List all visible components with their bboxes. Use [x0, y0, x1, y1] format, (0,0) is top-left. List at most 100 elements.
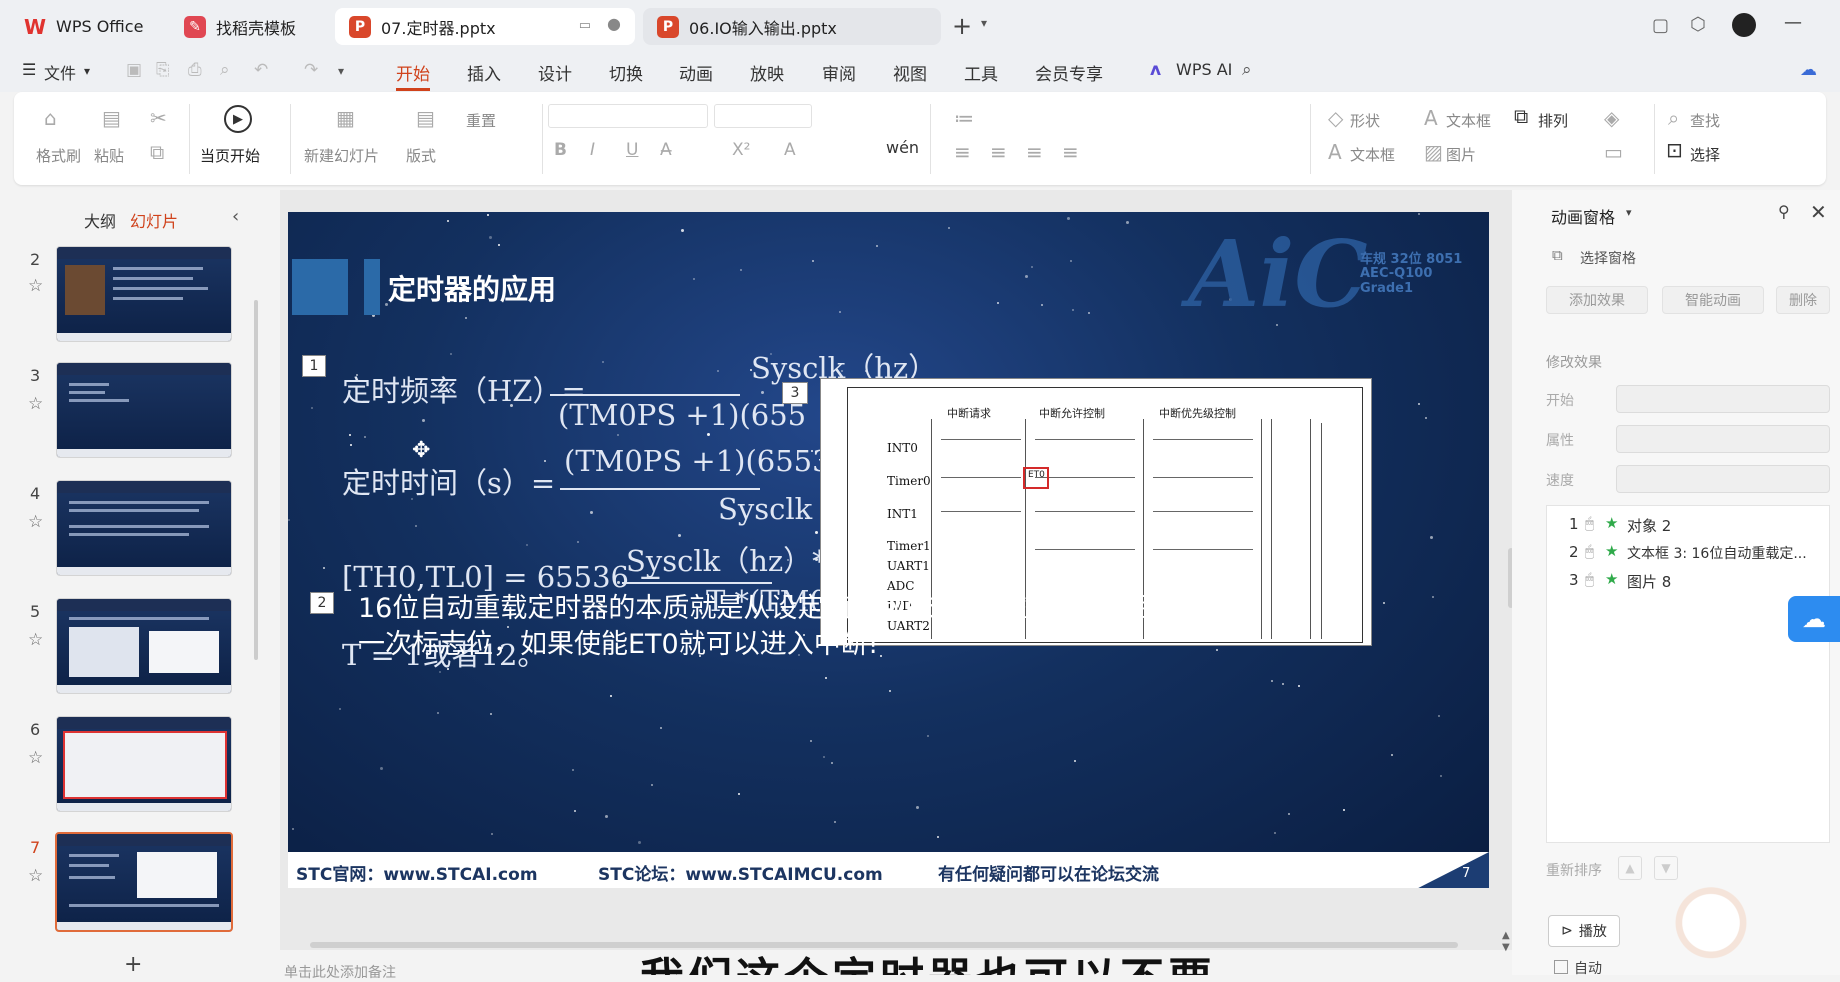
new-tab-icon[interactable]: +: [952, 12, 972, 40]
tab-wps-office[interactable]: W WPS Office: [10, 8, 170, 45]
speed-select[interactable]: [1616, 465, 1830, 493]
wps-ai-button[interactable]: WPS AI: [1176, 60, 1232, 79]
chevron-down-icon[interactable]: ▾: [338, 64, 344, 78]
cloud-assistant-icon[interactable]: ☁: [1788, 596, 1840, 642]
slide-thumbnail[interactable]: [56, 480, 232, 576]
align-center-icon[interactable]: ≡: [990, 140, 1007, 164]
layout-label[interactable]: 版式: [406, 145, 436, 166]
from-current-label[interactable]: 当页开始: [200, 145, 260, 166]
auto-checkbox[interactable]: [1554, 960, 1568, 974]
collapse-left-icon[interactable]: ‹: [232, 206, 239, 227]
undo-icon[interactable]: ↶: [254, 60, 268, 80]
underline-icon[interactable]: U: [626, 140, 638, 160]
redo-icon[interactable]: ↷: [304, 60, 318, 80]
menu-member[interactable]: 会员专享: [1035, 60, 1103, 85]
format-painter-label[interactable]: 格式刷: [36, 145, 81, 166]
chevron-down-icon[interactable]: ▾: [981, 16, 987, 30]
superscript-icon[interactable]: X²: [732, 140, 750, 160]
textbox-icon[interactable]: A: [1424, 106, 1438, 130]
scroll-arrows-icon[interactable]: ▲ ▼: [1502, 930, 1516, 970]
horizontal-scrollbar[interactable]: [280, 940, 1512, 948]
cloud-upload-icon[interactable]: ☁: [1800, 60, 1817, 80]
monitor-icon[interactable]: ▭: [579, 18, 591, 33]
shape-icon[interactable]: ◇: [1328, 106, 1343, 130]
slide-thumbnail-active[interactable]: [55, 832, 233, 932]
tab-template[interactable]: ✎ 找稻壳模板: [170, 8, 328, 45]
tab-timer-pptx[interactable]: P 07.定时器.pptx ▭ ●: [335, 8, 635, 45]
window-tile-icon[interactable]: ▢: [1652, 15, 1669, 36]
chevron-down-icon[interactable]: ▾: [84, 64, 90, 78]
tab-slides[interactable]: 幻灯片: [130, 208, 178, 232]
menu-animation[interactable]: 动画: [679, 60, 713, 85]
italic-icon[interactable]: I: [590, 140, 595, 160]
export-icon[interactable]: ⎘: [156, 60, 170, 80]
strikethrough-icon[interactable]: A̶: [660, 140, 672, 160]
phonetic-icon[interactable]: wén: [886, 138, 919, 157]
preview-icon[interactable]: ⌕: [220, 60, 230, 80]
bold-icon[interactable]: B: [554, 140, 567, 160]
minimize-icon[interactable]: —: [1784, 12, 1802, 33]
justify-icon[interactable]: ≡: [1062, 140, 1079, 164]
textbox2-icon[interactable]: A: [1328, 140, 1342, 164]
arrange-button[interactable]: 排列: [1538, 110, 1568, 131]
auto-label[interactable]: 自动: [1574, 958, 1602, 978]
animation-item[interactable]: 3 🖱 ★ 图片 8: [1547, 566, 1829, 594]
thumbnail-scrollbar[interactable]: [254, 300, 258, 660]
menu-review[interactable]: 审阅: [822, 60, 856, 85]
play-from-current-icon[interactable]: ▶: [224, 105, 252, 133]
font-color-icon[interactable]: A: [784, 140, 796, 160]
copy-icon[interactable]: ⧉: [150, 140, 164, 164]
align-left-icon[interactable]: ≡: [954, 140, 971, 164]
new-slide-icon[interactable]: ▦: [336, 106, 355, 130]
smart-animation-button[interactable]: 智能动画: [1662, 286, 1764, 314]
menu-view[interactable]: 视图: [893, 60, 927, 85]
format-painter-icon[interactable]: ⌂: [44, 106, 57, 130]
animation-badge-2[interactable]: 2: [310, 592, 334, 614]
outline-icon[interactable]: ▭: [1604, 140, 1623, 164]
find-button[interactable]: 查找: [1690, 110, 1720, 131]
file-menu[interactable]: 文件: [44, 60, 76, 84]
print-icon[interactable]: ⎙: [188, 60, 202, 80]
picture-button[interactable]: 图片: [1446, 144, 1476, 165]
menu-tools[interactable]: 工具: [964, 60, 998, 85]
play-button[interactable]: ⊳ 播放: [1548, 915, 1620, 947]
find-icon[interactable]: ⌕: [1668, 106, 1679, 130]
close-icon[interactable]: ✕: [1810, 200, 1827, 224]
font-family-select[interactable]: [548, 104, 708, 128]
shape-button[interactable]: 形状: [1350, 110, 1380, 131]
paste-label[interactable]: 粘贴: [94, 145, 124, 166]
cut-icon[interactable]: ✂: [150, 106, 167, 130]
picture-icon[interactable]: ▨: [1424, 140, 1443, 164]
select-icon[interactable]: ⊡: [1666, 138, 1683, 162]
animation-badge-1[interactable]: 1: [302, 355, 326, 377]
menu-insert[interactable]: 插入: [467, 60, 501, 85]
tab-outline[interactable]: 大纲: [84, 208, 116, 232]
tab-io-pptx[interactable]: P 06.IO输入输出.pptx: [643, 8, 941, 45]
font-size-select[interactable]: [714, 104, 812, 128]
animation-badge-3[interactable]: 3: [782, 382, 808, 404]
reset-button[interactable]: 重置: [466, 110, 496, 131]
align-right-icon[interactable]: ≡: [1026, 140, 1043, 164]
slide-thumbnail[interactable]: [56, 598, 232, 694]
slide-canvas[interactable]: 定时器的应用 AiC 车规 32位 8051 AEC-Q100 Grade1 1…: [288, 212, 1489, 888]
menu-slideshow[interactable]: 放映: [750, 60, 784, 85]
move-down-icon[interactable]: ▼: [1654, 856, 1678, 880]
notes-placeholder[interactable]: 单击此处添加备注: [284, 962, 396, 982]
new-slide-label[interactable]: 新建幻灯片: [304, 145, 379, 166]
cube-icon[interactable]: ⬡: [1690, 14, 1706, 35]
hamburger-icon[interactable]: ☰: [22, 60, 36, 79]
animation-item[interactable]: 2 🖱 ★ 文本框 3: 16位自动重载定...: [1547, 538, 1829, 566]
search-icon[interactable]: ⌕: [1242, 60, 1252, 80]
menu-transition[interactable]: 切换: [609, 60, 643, 85]
add-effect-button[interactable]: 添加效果: [1546, 286, 1648, 314]
slide-thumbnail[interactable]: [56, 246, 232, 342]
slide-thumbnail[interactable]: [56, 362, 232, 458]
textbox-button[interactable]: 文本框: [1446, 110, 1491, 131]
move-up-icon[interactable]: ▲: [1618, 856, 1642, 880]
paste-icon[interactable]: ▤: [102, 106, 121, 130]
chevron-down-icon[interactable]: ▾: [1626, 206, 1632, 219]
add-slide-icon[interactable]: +: [124, 952, 142, 977]
bullets-icon[interactable]: ≔: [954, 106, 974, 130]
property-select[interactable]: [1616, 425, 1830, 453]
fill-icon[interactable]: ◈: [1604, 106, 1619, 130]
